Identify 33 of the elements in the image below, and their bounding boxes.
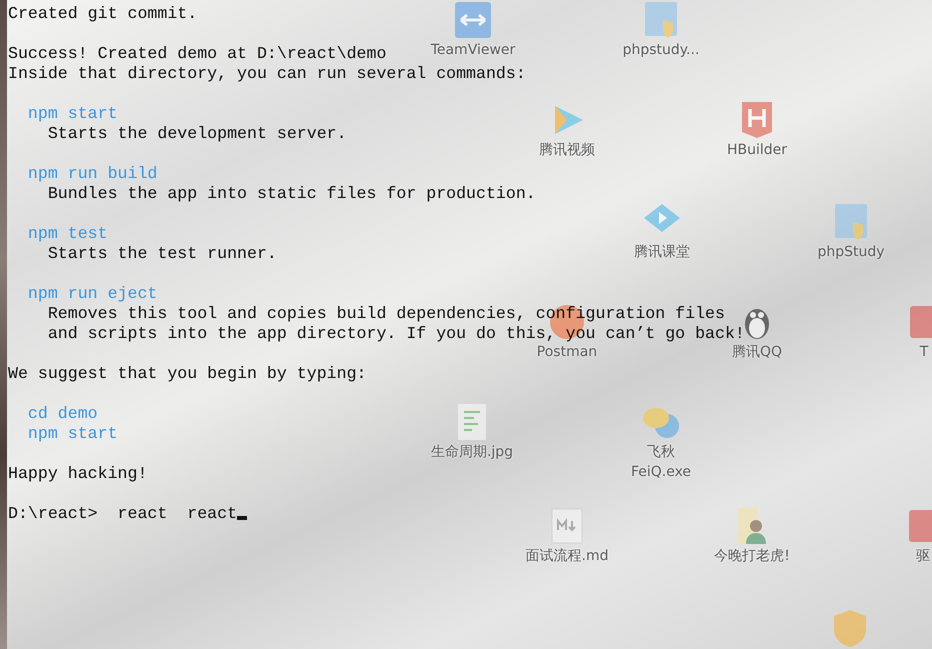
output-text: Created git commit.	[8, 4, 198, 24]
output-text: Happy hacking!	[8, 464, 148, 484]
output-text: Inside that directory, you can run several commands:	[8, 64, 526, 84]
command-text: npm start	[26, 424, 118, 444]
desktop-icon-label[interactable]: phpstudy...	[622, 40, 700, 60]
desktop-icon-label[interactable]: phpStudy	[817, 242, 885, 262]
desktop-icon-label[interactable]: 驱	[916, 546, 930, 566]
desktop-icon-label[interactable]: T	[920, 342, 928, 362]
output-text: Starts the test runner.	[46, 244, 277, 264]
output-text: Starts the development server.	[46, 124, 347, 144]
prompt-text: D:\react> react react	[8, 504, 238, 524]
output-text: Success! Created demo at D:\react\demo	[8, 44, 386, 64]
command-text: npm test	[26, 224, 108, 244]
arrows-icon	[453, 0, 493, 40]
desktop-icon-label[interactable]: 腾讯视频	[539, 140, 595, 160]
output-text: Removes this tool and copies build dependencies, configuration files	[46, 304, 725, 324]
desktop-icon-label[interactable]: Postman	[536, 342, 598, 362]
output-text: Bundles the app into static files for production.	[46, 184, 536, 204]
desktop-icon-label[interactable]: 今晚打老虎!	[714, 546, 790, 566]
desktop-icon-label[interactable]: TeamViewer	[430, 40, 516, 60]
desktop-icon-label[interactable]: 面试流程.md	[526, 546, 608, 566]
desktop-icon-label[interactable]: 腾讯课堂	[634, 242, 690, 262]
command-text: npm run eject	[26, 284, 158, 304]
desktop-icon-label[interactable]: HBuilder	[726, 140, 788, 160]
command-text: npm start	[26, 104, 118, 124]
command-text: npm run build	[26, 164, 158, 184]
desktop-icon-label[interactable]: 腾讯QQ	[732, 342, 782, 362]
output-text: and scripts into the app directory. If you do this, you can’t go back!	[46, 324, 745, 344]
output-text: We suggest that you begin by typing:	[8, 364, 366, 384]
desktop-icon-label[interactable]: FeiQ.exe	[630, 462, 692, 482]
desktop-icon-label[interactable]: 飞秋	[647, 442, 675, 462]
command-text: cd demo	[26, 404, 98, 424]
desktop-icon-label[interactable]: 生命周期.jpg	[430, 442, 514, 462]
